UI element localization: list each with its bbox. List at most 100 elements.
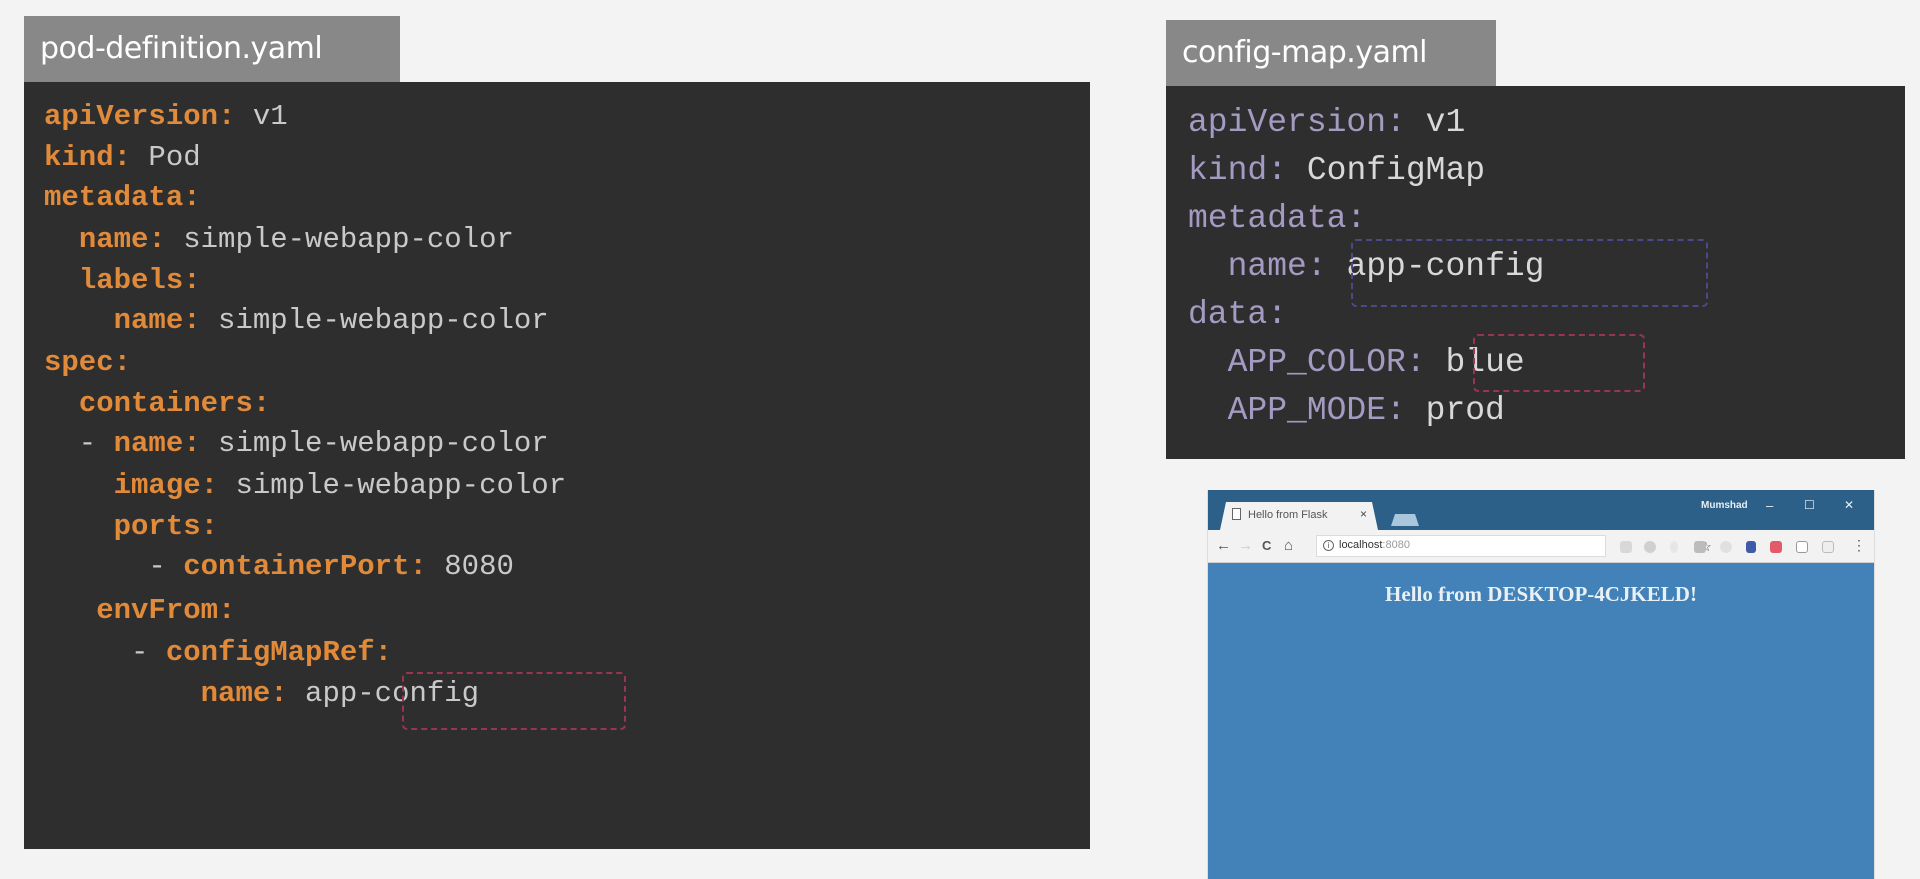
code-line: metadata: [1188,199,1366,239]
browser-tab-title: Hello from Flask [1248,509,1328,521]
yaml-value: v1 [1405,104,1466,141]
code-line: - name: simple-webapp-color [44,426,549,462]
config-map-title: config-map.yaml [1166,20,1496,86]
profile-name[interactable]: Mumshad [1701,500,1748,511]
yaml-key: name: [113,304,201,338]
address-bar[interactable]: i localhost:8080 ☆ [1316,535,1712,557]
yaml-value: simple-webapp-color [218,469,567,502]
browser-toolbar: ← → C ⌂ i localhost:8080 ☆ ⋮ [1208,530,1874,563]
yaml-value: simple-webapp-color [165,223,514,256]
yaml-key: ports: [113,509,219,543]
menu-icon[interactable]: ⋮ [1852,537,1866,554]
code-line: containers: [44,386,270,422]
yaml-key: name: [113,427,201,461]
yaml-key: apiVersion: [1188,104,1406,141]
browser-tab-hello-from-flask[interactable]: Hello from Flask × [1220,502,1378,530]
yaml-key: containers: [78,386,271,420]
code-line: apiVersion: v1 [44,99,288,135]
yaml-value: Pod [131,140,201,174]
url-port: :8080 [1382,539,1410,551]
app-color-highlight [1473,334,1645,392]
code-line: - configMapRef: [44,635,392,671]
forward-arrow-icon[interactable]: → [1238,537,1253,554]
code-line: labels: [44,263,201,299]
url-host: localhost [1339,539,1383,551]
extension-icon-5[interactable] [1720,541,1732,553]
yaml-key: APP_COLOR: [1227,344,1426,381]
code-line: APP_MODE: prod [1188,391,1505,431]
yaml-key: spec: [44,346,132,379]
extension-icon-9[interactable] [1822,541,1834,553]
close-tab-icon[interactable]: × [1360,507,1367,521]
yaml-key: envFrom: [96,594,236,628]
extension-icon-2[interactable] [1644,541,1656,553]
code-line: data: [1188,295,1287,335]
yaml-key: APP_MODE: [1227,392,1406,429]
code-line: metadata: [44,180,201,216]
bookmark-extension-icon[interactable] [1746,541,1756,553]
camera-extension-icon[interactable] [1694,541,1706,553]
maximize-icon[interactable]: ☐ [1804,498,1815,512]
extension-icon-1[interactable] [1620,541,1632,553]
extension-icon-3[interactable] [1670,541,1678,553]
yaml-value: ConfigMap [1287,152,1486,189]
extension-icon-8[interactable] [1796,541,1808,553]
pod-definition-code-panel: apiVersion: v1 kind: Pod metadata: name: s… [24,82,1090,849]
code-line: - containerPort: 8080 [44,549,514,585]
configmap-name-highlight [1351,239,1708,307]
yaml-key: apiVersion: [44,100,236,133]
yaml-value: simple-webapp-color [200,304,549,338]
reload-icon[interactable]: C [1262,538,1271,553]
back-arrow-icon[interactable]: ← [1216,537,1231,554]
yaml-key: image: [113,469,219,502]
yaml-value: simple-webapp-color [200,427,549,461]
code-line: name: simple-webapp-color [44,222,514,258]
config-map-code-panel: apiVersion: v1 kind: ConfigMap metadata: n… [1166,86,1905,459]
yaml-value: v1 [235,100,288,133]
pod-configmap-name-highlight [402,672,626,730]
minimize-icon[interactable]: – [1766,498,1773,513]
code-line: kind: Pod [44,140,201,176]
code-line: spec: [44,345,131,381]
yaml-key: containerPort: [183,550,427,584]
window-close-icon[interactable]: ✕ [1844,498,1854,512]
page-heading: Hello from DESKTOP-4CJKELD! [1385,582,1697,606]
yaml-key: labels: [78,263,201,297]
yaml-value: 8080 [426,550,514,584]
browser-window: Hello from Flask × Mumshad – ☐ ✕ ← → C ⌂… [1207,490,1875,879]
code-line: kind: ConfigMap [1188,151,1485,191]
browser-titlebar: Hello from Flask × Mumshad – ☐ ✕ [1208,490,1874,530]
url-text: localhost:8080 [1339,539,1410,551]
yaml-key: name: [200,676,288,710]
info-icon[interactable]: i [1323,540,1334,551]
pocket-extension-icon[interactable] [1770,541,1782,553]
yaml-key: kind: [1188,152,1288,189]
yaml-key: data: [1188,296,1288,333]
yaml-key: kind: [44,140,132,174]
code-indent: - [44,550,184,584]
yaml-key: name: [1227,248,1327,285]
yaml-key: name: [78,223,166,256]
code-indent: - [44,636,166,670]
code-line: envFrom: [44,593,235,629]
yaml-key: metadata: [1188,200,1367,237]
code-line: image: simple-webapp-color [44,468,566,504]
page-icon [1232,508,1241,520]
code-indent: - [44,427,114,461]
home-icon[interactable]: ⌂ [1284,537,1293,554]
new-tab-button[interactable] [1391,514,1419,526]
code-line: apiVersion: v1 [1188,103,1465,143]
yaml-key: configMapRef: [165,636,393,670]
yaml-value: prod [1405,392,1505,429]
pod-definition-title: pod-definition.yaml [24,16,400,82]
